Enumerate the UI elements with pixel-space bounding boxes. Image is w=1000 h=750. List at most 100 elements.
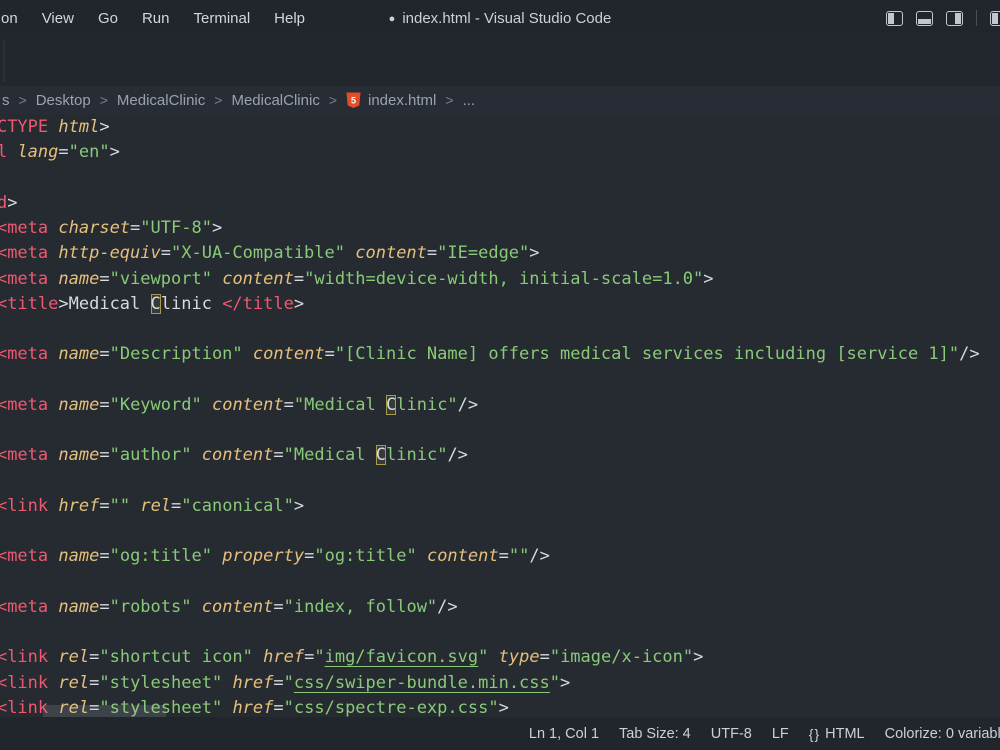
code-token bbox=[243, 344, 253, 364]
code-token: <title bbox=[0, 294, 58, 314]
code-token: type bbox=[499, 647, 540, 667]
status-item-language-mode[interactable]: {}HTML bbox=[799, 726, 875, 742]
menu-item-go[interactable]: Go bbox=[98, 10, 118, 27]
code-line[interactable] bbox=[0, 469, 980, 494]
toggle-primary-sidebar-icon[interactable] bbox=[886, 11, 903, 26]
code-token: = bbox=[99, 344, 109, 364]
breadcrumb-item-medicalclinic[interactable]: MedicalClinic bbox=[231, 92, 319, 109]
link-token: css/swiper-bundle.min.css bbox=[294, 673, 550, 693]
unicode-highlight: C bbox=[386, 395, 396, 415]
menu-item-view[interactable]: View bbox=[42, 10, 74, 27]
code-line[interactable]: <link rel="stylesheet" href="css/swiper-… bbox=[0, 671, 980, 696]
code-token: = bbox=[171, 496, 181, 516]
toggle-primary-sidebar-fill bbox=[888, 13, 894, 24]
code-token bbox=[130, 496, 140, 516]
code-token: > bbox=[212, 218, 222, 238]
code-line[interactable] bbox=[0, 519, 980, 544]
code-line[interactable]: <meta name="robots" content="index, foll… bbox=[0, 595, 980, 620]
menu-item-run[interactable]: Run bbox=[142, 10, 170, 27]
status-bar: Ln 1, Col 1Tab Size: 4UTF-8LF{}HTMLColor… bbox=[0, 717, 1000, 750]
code-token bbox=[253, 647, 263, 667]
code-line[interactable]: <meta name="Description" content="[Clini… bbox=[0, 342, 980, 367]
status-item-colorize[interactable]: Colorize: 0 variables bbox=[875, 726, 1000, 742]
title-bar: onViewGoRunTerminalHelp ●index.html - Vi… bbox=[0, 0, 1000, 36]
horizontal-scrollbar[interactable] bbox=[43, 705, 166, 717]
code-line[interactable] bbox=[0, 418, 980, 443]
code-line[interactable] bbox=[0, 570, 980, 595]
code-token: lang bbox=[17, 142, 58, 162]
code-line[interactable]: <meta name="Keyword" content="Medical Cl… bbox=[0, 393, 980, 418]
code-line[interactable]: <title>Medical Clinic </title> bbox=[0, 292, 980, 317]
status-item-encoding[interactable]: UTF-8 bbox=[701, 726, 762, 742]
status-item-end-of-line[interactable]: LF bbox=[762, 726, 799, 742]
code-line[interactable]: <meta name="viewport" content="width=dev… bbox=[0, 267, 980, 292]
code-token: name bbox=[58, 597, 99, 617]
code-token: = bbox=[304, 647, 314, 667]
code-line[interactable]: <link rel="shortcut icon" href="img/favi… bbox=[0, 645, 980, 670]
code-token: > bbox=[58, 294, 68, 314]
code-token bbox=[222, 673, 232, 693]
controls-separator bbox=[976, 10, 977, 26]
customize-layout-fill bbox=[992, 13, 998, 24]
code-token: = bbox=[89, 647, 99, 667]
code-line[interactable]: <head> bbox=[0, 191, 980, 216]
code-token bbox=[222, 698, 232, 717]
code-token: "[Clinic Name] offers medical services i… bbox=[335, 344, 959, 364]
code-token bbox=[7, 142, 17, 162]
breadcrumb-item-medicalclinic[interactable]: MedicalClinic bbox=[117, 92, 205, 109]
code-line[interactable]: <meta name="author" content="Medical Cli… bbox=[0, 443, 980, 468]
status-item-cursor-position[interactable]: Ln 1, Col 1 bbox=[519, 726, 609, 742]
code-token: > bbox=[294, 294, 304, 314]
breadcrumb-item-desktop[interactable]: Desktop bbox=[36, 92, 91, 109]
code-token: "canonical" bbox=[181, 496, 294, 516]
code-token: rel bbox=[58, 673, 89, 693]
code-line[interactable]: <!DOCTYPE html> bbox=[0, 115, 980, 140]
toggle-panel-fill bbox=[918, 19, 931, 24]
breadcrumb-separator: > bbox=[19, 92, 27, 108]
code-token: <meta bbox=[0, 395, 48, 415]
code-token: "Medical bbox=[284, 445, 376, 465]
code-line[interactable] bbox=[0, 368, 980, 393]
code-line[interactable] bbox=[0, 317, 980, 342]
code-token: " bbox=[284, 673, 294, 693]
breadcrumb-item-s[interactable]: s bbox=[2, 92, 10, 109]
menu-item-help[interactable]: Help bbox=[274, 10, 305, 27]
code-token: /> bbox=[529, 546, 549, 566]
code-token bbox=[48, 243, 58, 263]
code-token: href bbox=[232, 698, 273, 717]
code-token: <link bbox=[0, 496, 48, 516]
code-token bbox=[212, 546, 222, 566]
code-token: > bbox=[499, 698, 509, 717]
code-line[interactable] bbox=[0, 620, 980, 645]
code-line[interactable]: <html lang="en"> bbox=[0, 140, 980, 165]
status-item-indentation[interactable]: Tab Size: 4 bbox=[609, 726, 701, 742]
breadcrumb: s>Desktop>MedicalClinic>MedicalClinic>5i… bbox=[0, 86, 1000, 114]
breadcrumb-item-indexhtml[interactable]: 5index.html bbox=[346, 92, 436, 109]
code-token: "IE=edge" bbox=[437, 243, 529, 263]
code-line[interactable] bbox=[0, 166, 980, 191]
code-token: = bbox=[273, 597, 283, 617]
code-token: " bbox=[314, 647, 324, 667]
code-token: = bbox=[325, 344, 335, 364]
code-line[interactable]: <meta charset="UTF-8"> bbox=[0, 216, 980, 241]
toggle-secondary-sidebar-icon[interactable] bbox=[946, 11, 963, 26]
code-token: "og:title" bbox=[110, 546, 212, 566]
code-line[interactable]: <link href="" rel="canonical"> bbox=[0, 494, 980, 519]
code-token: "" bbox=[509, 546, 529, 566]
breadcrumb-item-[interactable]: ... bbox=[463, 92, 476, 109]
code-token bbox=[417, 546, 427, 566]
customize-layout-icon[interactable] bbox=[990, 11, 1000, 26]
code-token: = bbox=[273, 445, 283, 465]
tab-edge bbox=[3, 40, 5, 82]
code-line[interactable]: <meta http-equiv="X-UA-Compatible" conte… bbox=[0, 241, 980, 266]
code-editor[interactable]: <!DOCTYPE html><html lang="en"> <head> <… bbox=[0, 114, 1000, 717]
code-token: "width=device-width, initial-scale=1.0" bbox=[304, 269, 703, 289]
code-token: " bbox=[488, 698, 498, 717]
toggle-panel-icon[interactable] bbox=[916, 11, 933, 26]
breadcrumb-separator: > bbox=[100, 92, 108, 108]
code-token: > bbox=[110, 142, 120, 162]
code-token: content bbox=[202, 597, 274, 617]
menu-item-terminal[interactable]: Terminal bbox=[193, 10, 250, 27]
code-line[interactable]: <meta name="og:title" property="og:title… bbox=[0, 544, 980, 569]
menu-item-on[interactable]: on bbox=[1, 10, 18, 27]
